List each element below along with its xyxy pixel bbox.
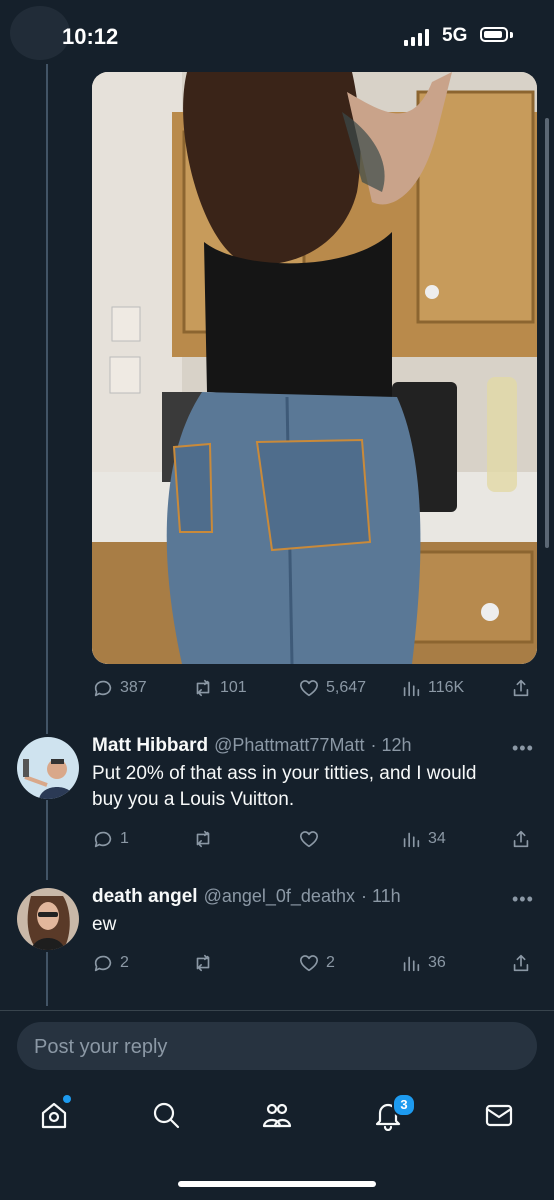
reply-placeholder: Post your reply (34, 1036, 168, 1058)
nav-search[interactable] (150, 1099, 182, 1136)
reply-text: ew (92, 914, 117, 935)
home-unread-dot (63, 1095, 71, 1103)
share-icon (513, 679, 529, 697)
reply-button[interactable]: 387 (92, 677, 147, 699)
display-name[interactable]: death angel (92, 886, 198, 908)
reply-text: Put 20% of that ass in your titties, and… (92, 763, 477, 810)
views-button[interactable]: 116K (400, 677, 464, 699)
reply-icon (94, 831, 112, 848)
nav-communities[interactable] (261, 1099, 293, 1136)
views-count: 34 (428, 830, 446, 847)
display-name[interactable]: Matt Hibbard (92, 735, 208, 757)
views-button[interactable]: 34 (400, 828, 446, 850)
heart-icon (299, 831, 319, 848)
views-icon (403, 832, 420, 848)
more-options-button[interactable]: ••• (512, 889, 534, 910)
repost-icon (196, 679, 210, 697)
reply-button[interactable]: 1 (92, 828, 129, 850)
reply-actions: 2 2 36 (92, 952, 537, 976)
communities-icon (262, 1103, 292, 1128)
status-time: 10:12 (62, 24, 119, 49)
heart-icon (299, 680, 319, 697)
reply-count: 1 (120, 830, 129, 847)
share-button[interactable] (510, 828, 532, 850)
reply-icon (94, 955, 112, 972)
nav-home[interactable] (38, 1099, 70, 1136)
repost-button[interactable]: 101 (192, 677, 247, 699)
divider (0, 1010, 554, 1011)
reply-icon (94, 680, 112, 697)
like-button[interactable]: 5,647 (298, 677, 366, 699)
like-count: 2 (326, 954, 335, 971)
views-icon (403, 681, 420, 697)
post-actions: 387 101 5,647 116K (92, 677, 537, 701)
header-avatar-ghost (10, 6, 70, 60)
views-count: 116K (428, 679, 465, 696)
share-icon (513, 954, 529, 972)
home-indicator[interactable] (178, 1181, 376, 1187)
views-count: 36 (428, 954, 446, 971)
repost-icon (196, 830, 210, 848)
timestamp[interactable]: · 11h (361, 886, 401, 907)
signal-icon (404, 28, 429, 46)
more-options-button[interactable]: ••• (512, 738, 534, 759)
search-icon (153, 1102, 180, 1129)
avatar[interactable] (17, 737, 79, 799)
views-button[interactable]: 36 (400, 952, 446, 974)
reply-1[interactable]: Matt Hibbard @Phattmatt77Matt · 12h Put … (92, 735, 537, 813)
notifications-badge: 3 (392, 1093, 416, 1117)
thread-line (46, 952, 48, 1006)
like-button[interactable] (298, 828, 326, 850)
thread-line (46, 64, 48, 734)
post-image[interactable] (92, 72, 537, 664)
thread-line (46, 800, 48, 880)
share-icon (513, 830, 529, 848)
avatar[interactable] (17, 888, 79, 950)
reply-2[interactable]: death angel @angel_0f_deathx · 11h ew (92, 886, 537, 938)
scrollbar[interactable] (545, 118, 549, 548)
network-label: 5G (442, 25, 468, 46)
home-icon (41, 1102, 67, 1129)
battery-tip (510, 32, 513, 38)
like-button[interactable]: 2 (298, 952, 335, 974)
reply-count: 387 (120, 679, 147, 696)
reply-button[interactable]: 2 (92, 952, 129, 974)
nav-messages[interactable] (483, 1099, 515, 1136)
repost-button[interactable] (192, 952, 220, 974)
user-handle[interactable]: @Phattmatt77Matt (214, 735, 364, 756)
repost-count: 101 (220, 679, 247, 696)
heart-icon (299, 955, 319, 972)
share-button[interactable] (510, 677, 532, 699)
like-count: 5,647 (326, 679, 367, 696)
share-button[interactable] (510, 952, 532, 974)
views-icon (403, 956, 420, 972)
mail-icon (485, 1104, 513, 1127)
repost-button[interactable] (192, 828, 220, 850)
battery-icon (480, 27, 508, 42)
repost-icon (196, 954, 210, 972)
reply-count: 2 (120, 954, 129, 971)
timestamp[interactable]: · 12h (370, 735, 411, 756)
reply-actions: 1 34 (92, 828, 537, 852)
user-handle[interactable]: @angel_0f_deathx (204, 886, 355, 907)
